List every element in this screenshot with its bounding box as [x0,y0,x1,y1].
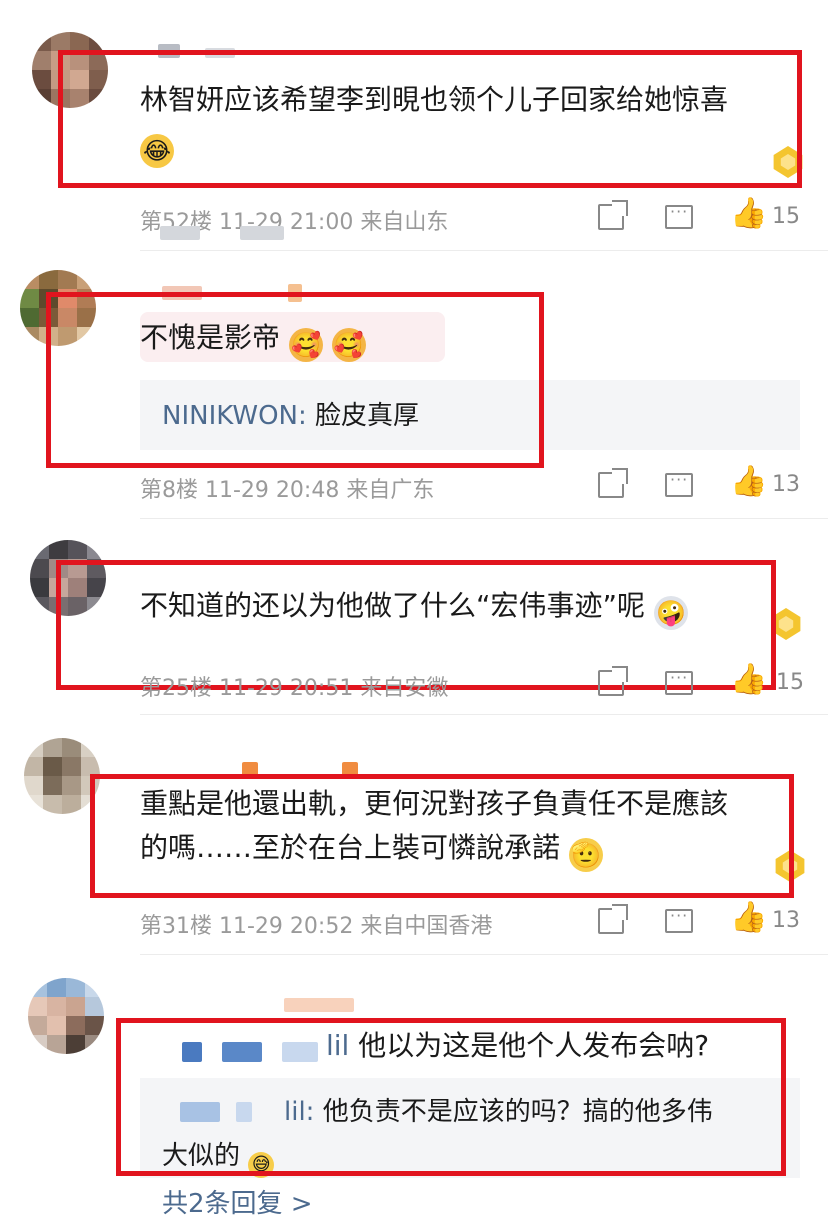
like-count: 13 [772,472,800,497]
like-count: 15 [776,670,804,695]
username-blurred[interactable] [284,998,354,1012]
avatar[interactable] [24,738,100,814]
comment-icon[interactable] [665,202,693,229]
highlight-box [46,292,544,468]
share-icon[interactable] [598,468,628,498]
comment-icon[interactable] [665,668,693,695]
comment-meta: 第25楼 11-29 20:51 来自安徽 [140,676,449,701]
divider [140,250,828,251]
share-icon[interactable] [598,666,628,696]
like-icon[interactable]: 👍 [730,900,767,935]
highlight-box [116,1018,786,1176]
like-count: 15 [772,204,800,229]
like-icon[interactable]: 👍 [730,662,767,697]
like-icon[interactable]: 👍 [730,464,767,499]
comment-meta: 第8楼 11-29 20:48 来自广东 [140,478,435,503]
divider [140,518,828,519]
highlight-box [90,774,794,898]
comment-icon[interactable] [665,470,693,497]
comment-meta: 第31楼 11-29 20:52 来自中国香港 [140,914,493,939]
highlight-box [58,50,802,188]
share-icon[interactable] [598,904,628,934]
divider [140,714,828,715]
divider [140,954,828,955]
redacted-block [240,226,284,240]
comment-icon[interactable] [665,906,693,933]
like-icon[interactable]: 👍 [730,196,767,231]
like-count: 13 [772,908,800,933]
avatar[interactable] [28,978,104,1054]
redacted-block [160,226,200,240]
more-replies-link[interactable]: 共2条回复 > [162,1182,313,1226]
share-icon[interactable] [598,200,628,230]
